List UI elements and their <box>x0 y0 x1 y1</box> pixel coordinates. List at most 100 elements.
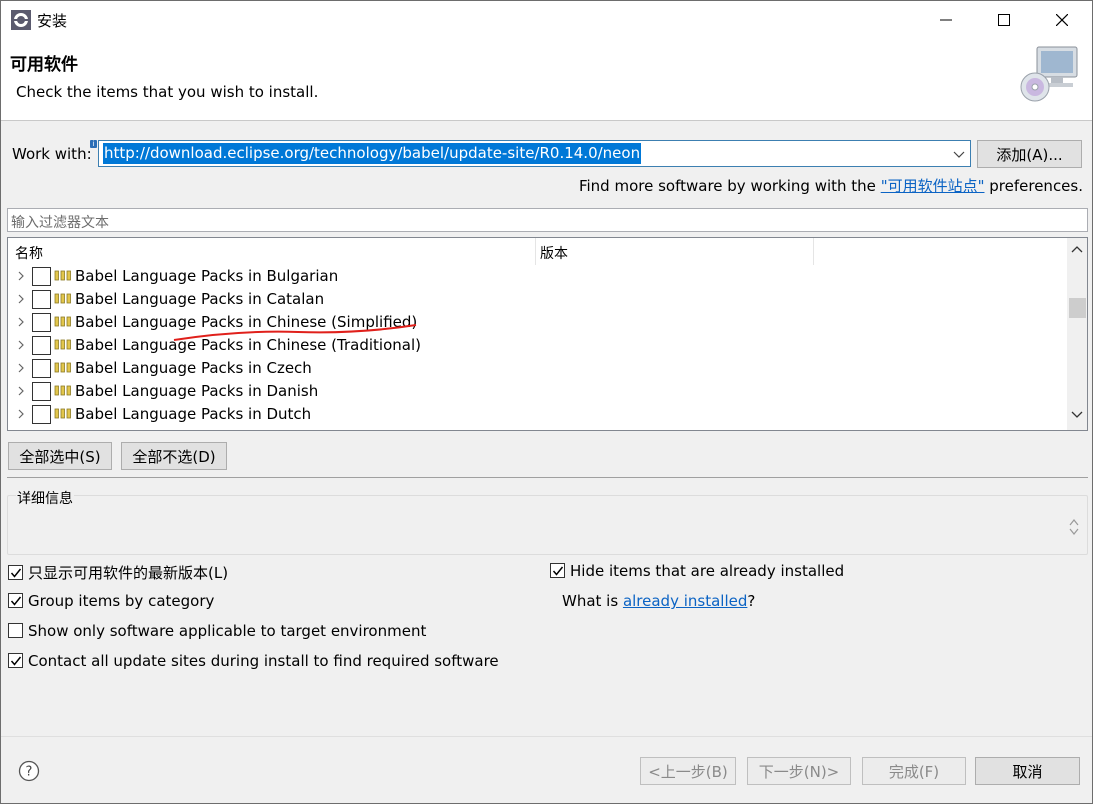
install-dialog: 安装 可用软件 Check the items that you wish to… <box>0 0 1093 804</box>
details-label: 详细信息 <box>16 488 74 508</box>
row-checkbox[interactable] <box>32 359 51 378</box>
filter-input[interactable]: 输入过滤器文本 <box>7 208 1088 232</box>
checkbox-box[interactable] <box>8 623 23 638</box>
contact-all-sites-checkbox[interactable]: Contact all update sites during install … <box>8 652 499 670</box>
checkmark-icon <box>552 566 564 576</box>
spinner-icon[interactable] <box>1067 517 1081 537</box>
latest-only-checkbox[interactable]: 只显示可用软件的最新版本(L) <box>8 562 228 583</box>
what-is-suffix: ? <box>747 592 756 610</box>
row-checkbox[interactable] <box>32 267 51 286</box>
row-label: Babel Language Packs in Dutch <box>75 405 312 423</box>
chevron-right-icon[interactable] <box>16 408 26 420</box>
chevron-right-icon[interactable] <box>16 339 26 351</box>
column-version[interactable]: 版本 <box>540 243 568 263</box>
checkmark-icon <box>10 656 22 666</box>
work-with-combo[interactable]: http://download.eclipse.org/technology/b… <box>98 140 971 167</box>
target-env-only-checkbox[interactable]: Show only software applicable to target … <box>8 622 426 640</box>
tree-row[interactable]: Babel Language Packs in Bulgarian <box>8 265 1066 288</box>
feature-category-icon <box>54 270 71 281</box>
row-label: Babel Language Packs in Chinese (Traditi… <box>75 336 421 354</box>
what-is-prefix: What is <box>562 592 623 610</box>
title-bar: 安装 <box>1 1 1092 39</box>
available-sites-link[interactable]: "可用软件站点" <box>881 177 985 195</box>
checkbox-box[interactable] <box>8 565 23 580</box>
group-by-category-label: Group items by category <box>28 592 215 610</box>
chevron-right-icon[interactable] <box>16 385 26 397</box>
tree-row[interactable]: Babel Language Packs in Chinese (Simplif… <box>8 311 1066 334</box>
hide-installed-checkbox[interactable]: Hide items that are already installed <box>550 562 844 580</box>
page-description: Check the items that you wish to install… <box>16 83 319 101</box>
help-icon[interactable]: ? <box>18 760 40 782</box>
header-banner: 可用软件 Check the items that you wish to in… <box>1 39 1092 121</box>
checkbox-box[interactable] <box>8 653 23 668</box>
finish-button[interactable]: 完成(F) <box>862 757 966 785</box>
chevron-down-icon[interactable] <box>952 147 966 161</box>
chevron-right-icon[interactable] <box>16 270 26 282</box>
column-divider[interactable] <box>813 238 814 265</box>
row-label: Babel Language Packs in Bulgarian <box>75 267 339 285</box>
svg-text:?: ? <box>26 765 33 780</box>
find-more-suffix: preferences. <box>984 177 1083 195</box>
info-icon: i <box>90 140 97 148</box>
what-is-installed-text: What is already installed? <box>562 592 755 610</box>
latest-only-label: 只显示可用软件的最新版本(L) <box>28 564 229 582</box>
tree-row[interactable]: Babel Language Packs in Dutch <box>8 403 1066 426</box>
scrollbar-thumb[interactable] <box>1069 298 1086 318</box>
chevron-right-icon[interactable] <box>16 293 26 305</box>
cancel-button[interactable]: 取消 <box>975 757 1080 785</box>
work-with-label: Work with: <box>12 145 92 163</box>
row-checkbox[interactable] <box>32 290 51 309</box>
checkbox-box[interactable] <box>550 563 565 578</box>
hide-installed-label: Hide items that are already installed <box>570 562 845 580</box>
checkbox-box[interactable] <box>8 593 23 608</box>
feature-category-icon <box>54 362 71 373</box>
tree-header: 名称 版本 <box>8 238 1068 265</box>
tree-row[interactable]: Babel Language Packs in Chinese (Traditi… <box>8 334 1066 357</box>
row-checkbox[interactable] <box>32 382 51 401</box>
add-site-button[interactable]: 添加(A)... <box>977 140 1082 168</box>
row-label: Babel Language Packs in Czech <box>75 359 312 377</box>
target-env-only-label: Show only software applicable to target … <box>28 622 427 640</box>
details-group <box>7 495 1088 555</box>
page-title: 可用软件 <box>10 55 78 75</box>
minimize-icon <box>940 19 952 21</box>
back-button[interactable]: <上一步(B) <box>640 757 736 785</box>
footer-divider <box>1 736 1092 737</box>
already-installed-link[interactable]: already installed <box>623 592 747 610</box>
row-checkbox[interactable] <box>32 336 51 355</box>
next-button[interactable]: 下一步(N)> <box>747 757 851 785</box>
eclipse-app-icon <box>11 10 31 30</box>
minimize-button[interactable] <box>917 1 975 39</box>
tree-row[interactable]: Babel Language Packs in Catalan <box>8 288 1066 311</box>
chevron-right-icon[interactable] <box>16 362 26 374</box>
tree-row[interactable]: Babel Language Packs in Danish <box>8 380 1066 403</box>
select-all-button[interactable]: 全部选中(S) <box>8 442 112 470</box>
feature-category-icon <box>54 385 71 396</box>
find-more-prefix: Find more software by working with the <box>578 177 881 195</box>
feature-category-icon <box>54 316 71 327</box>
chevron-down-icon[interactable] <box>1071 410 1083 420</box>
maximize-button[interactable] <box>975 1 1033 39</box>
contact-all-sites-label: Contact all update sites during install … <box>28 652 499 670</box>
software-tree: 名称 版本 Babel Language Packs in Bulgarian B… <box>7 237 1088 431</box>
row-label: Babel Language Packs in Catalan <box>75 290 325 308</box>
row-checkbox[interactable] <box>32 405 51 424</box>
tree-scrollbar[interactable] <box>1067 238 1087 430</box>
tree-row[interactable]: Babel Language Packs in Czech <box>8 357 1066 380</box>
maximize-icon <box>998 14 1010 26</box>
close-button[interactable] <box>1033 1 1091 39</box>
feature-category-icon <box>54 339 71 350</box>
deselect-all-button[interactable]: 全部不选(D) <box>121 442 227 470</box>
checkmark-icon <box>10 568 22 578</box>
row-checkbox[interactable] <box>32 313 51 332</box>
chevron-up-icon[interactable] <box>1071 244 1083 254</box>
row-label: Babel Language Packs in Danish <box>75 382 319 400</box>
row-label: Babel Language Packs in Chinese (Simplif… <box>75 313 418 331</box>
filter-placeholder: 输入过滤器文本 <box>11 215 109 231</box>
group-by-category-checkbox[interactable]: Group items by category <box>8 592 214 610</box>
find-more-text: Find more software by working with the "… <box>579 175 1083 196</box>
column-divider[interactable] <box>535 238 536 265</box>
window-title: 安装 <box>37 12 68 30</box>
chevron-right-icon[interactable] <box>16 316 26 328</box>
column-name[interactable]: 名称 <box>15 243 43 263</box>
